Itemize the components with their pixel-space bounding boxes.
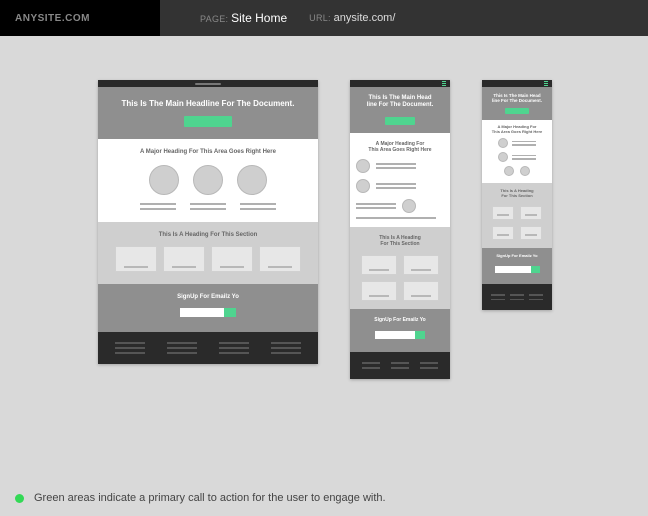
hero-headline: This Is The Main Head line For The Docum…: [492, 93, 542, 103]
submit-button[interactable]: [415, 331, 425, 339]
signup-section: SignUp For Emailz Yo: [350, 309, 450, 352]
legend-text: Green areas indicate a primary call to a…: [34, 492, 386, 504]
email-input[interactable]: [180, 308, 224, 317]
mock-tablet: This Is The Main Head line For The Docum…: [350, 80, 450, 379]
wireframe-canvas: This Is The Main Headline For The Docume…: [0, 36, 648, 379]
card[interactable]: [211, 246, 253, 272]
email-input[interactable]: [375, 331, 415, 339]
feature-icon: [193, 165, 223, 195]
card[interactable]: [492, 206, 514, 220]
hamburger-icon[interactable]: [544, 81, 548, 86]
page-value: Site Home: [231, 11, 287, 25]
cta-button[interactable]: [505, 108, 529, 114]
mock-footer: [482, 284, 552, 310]
page-label: PAGE:: [200, 14, 228, 24]
url-value: anysite.com/: [334, 12, 396, 24]
hero-section: This Is The Main Head line For The Docum…: [350, 87, 450, 133]
cta-button[interactable]: [184, 116, 232, 127]
mock-header: [350, 80, 450, 87]
card[interactable]: [361, 255, 397, 275]
brand-label: ANYSITE.COM: [0, 0, 160, 36]
submit-button[interactable]: [224, 308, 236, 317]
card[interactable]: [403, 255, 439, 275]
card[interactable]: [492, 226, 514, 240]
email-input[interactable]: [495, 266, 531, 273]
features-heading: A Major Heading For This Area Goes Right…: [108, 149, 308, 155]
hero-section: This Is The Main Headline For The Docume…: [98, 87, 318, 139]
legend: Green areas indicate a primary call to a…: [15, 492, 386, 504]
feature-icon: [498, 152, 508, 162]
features-section: A Major Heading For This Area Goes Right…: [350, 133, 450, 227]
top-bar: ANYSITE.COM PAGE: Site Home URL: anysite…: [0, 0, 648, 36]
hero-headline: This Is The Main Headline For The Docume…: [122, 99, 295, 108]
signup-heading: SignUp For Emailz Yo: [108, 294, 308, 300]
card[interactable]: [163, 246, 205, 272]
mock-desktop: This Is The Main Headline For The Docume…: [98, 80, 318, 364]
card[interactable]: [115, 246, 157, 272]
mock-header: [482, 80, 552, 87]
card[interactable]: [361, 281, 397, 301]
mock-mobile: This Is The Main Head line For The Docum…: [482, 80, 552, 310]
legend-dot-icon: [15, 494, 24, 503]
cards-heading: This Is A Heading For This Section: [486, 189, 548, 198]
hero-section: This Is The Main Head line For The Docum…: [482, 87, 552, 120]
feature-icon: [356, 179, 370, 193]
cards-heading: This Is A Heading For This Section: [356, 235, 444, 247]
mock-footer: [98, 332, 318, 364]
submit-button[interactable]: [531, 266, 540, 273]
mock-footer: [350, 352, 450, 379]
cards-section: This Is A Heading For This Section: [482, 183, 552, 248]
signup-section: SignUp For Emailz Yo: [98, 284, 318, 332]
feature-icon: [402, 199, 416, 213]
hamburger-icon[interactable]: [442, 81, 446, 86]
cards-section: This Is A Heading For This Section: [350, 227, 450, 309]
card[interactable]: [520, 226, 542, 240]
features-heading: A Major Heading For This Area Goes Right…: [356, 141, 444, 153]
feature-icon: [356, 159, 370, 173]
url-label: URL:: [309, 13, 331, 23]
feature-icon: [237, 165, 267, 195]
card[interactable]: [520, 206, 542, 220]
cards-section: This Is A Heading For This Section: [98, 222, 318, 284]
card[interactable]: [403, 281, 439, 301]
feature-icon: [504, 166, 514, 176]
hero-headline: This Is The Main Head line For The Docum…: [367, 95, 434, 109]
feature-icon: [149, 165, 179, 195]
mock-header: [98, 80, 318, 87]
signup-heading: SignUp For Emailz Yo: [356, 317, 444, 323]
signup-section: SignUp For Emailz Yo: [482, 248, 552, 284]
features-section: A Major Heading For This Area Goes Right…: [98, 139, 318, 222]
feature-icon: [520, 166, 530, 176]
card[interactable]: [259, 246, 301, 272]
features-section: A Major Heading For This Area Goes Right…: [482, 120, 552, 183]
feature-icon: [498, 138, 508, 148]
cta-button[interactable]: [385, 117, 415, 125]
features-heading: A Major Heading For This Area Goes Right…: [485, 125, 549, 134]
signup-heading: SignUp For Emailz Yo: [486, 254, 548, 258]
topbar-meta: PAGE: Site Home URL: anysite.com/: [160, 11, 395, 25]
cards-heading: This Is A Heading For This Section: [108, 232, 308, 238]
